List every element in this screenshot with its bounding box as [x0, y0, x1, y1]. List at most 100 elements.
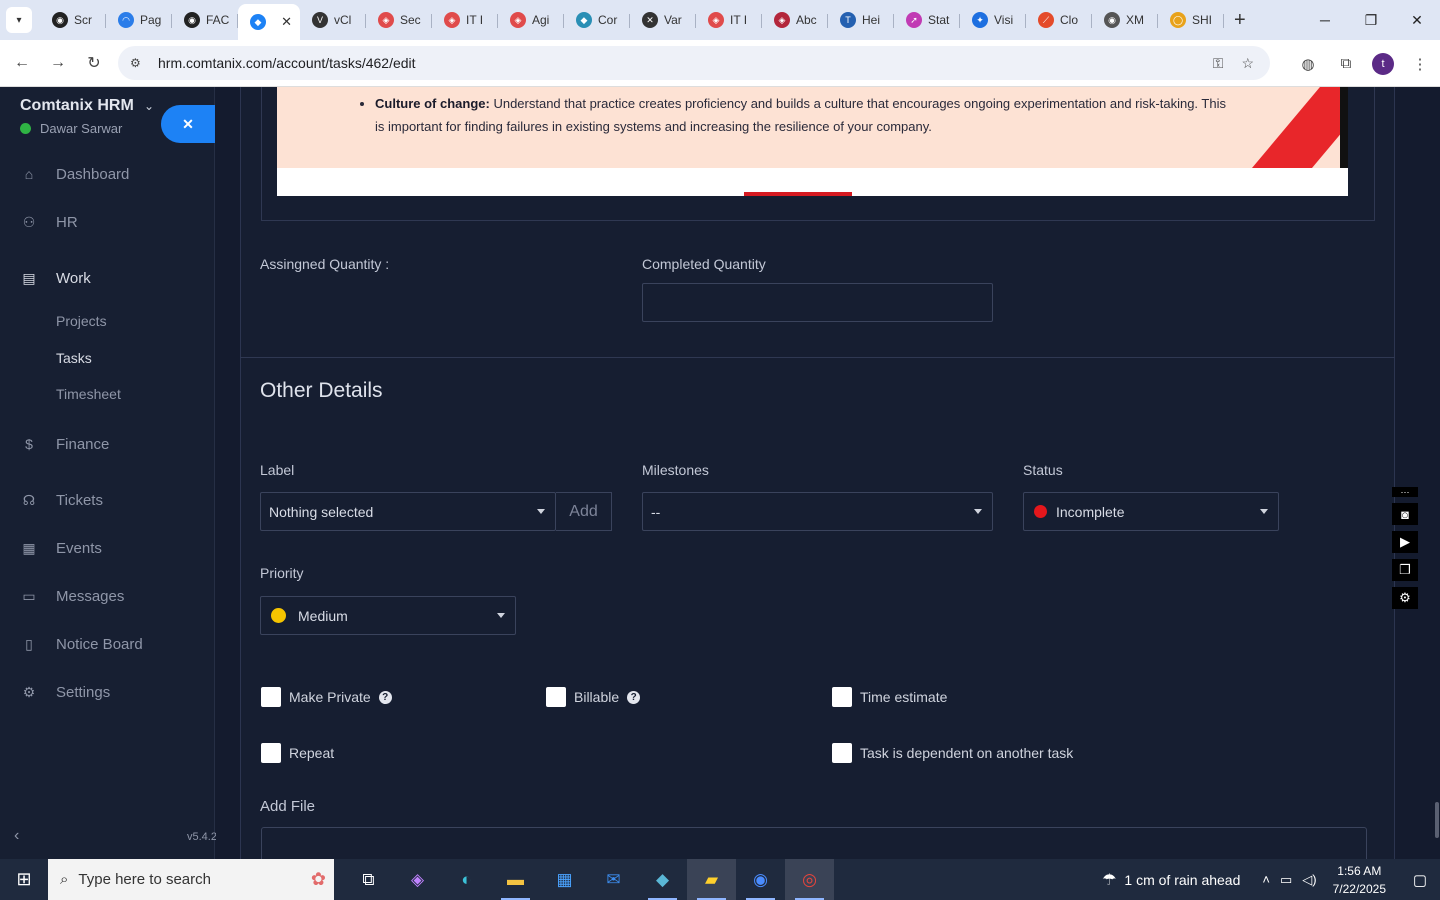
translate-icon[interactable]: ◍	[1296, 55, 1320, 73]
browser-tab[interactable]: ✕ Var	[630, 4, 696, 36]
edge-icon[interactable]: ◐	[442, 859, 491, 900]
brand-name[interactable]: Comtanix HRM	[20, 97, 134, 115]
extensions-icon[interactable]: ⧉	[1334, 55, 1358, 72]
sidebar-item-notice-board[interactable]: ▯ Notice Board	[0, 624, 215, 664]
volume-icon[interactable]: ◁)	[1302, 872, 1316, 888]
browser-tab[interactable]: ◠ Pag	[106, 4, 172, 36]
repeat-checkbox[interactable]: Repeat	[261, 743, 334, 763]
make-private-checkbox[interactable]: Make Private ?	[261, 687, 392, 707]
sidebar-item-messages[interactable]: ▭ Messages	[0, 576, 215, 616]
browser-tab[interactable]: ◉ FAC	[172, 4, 238, 36]
priority-select[interactable]: Medium	[260, 596, 516, 635]
network-icon[interactable]: ▭	[1280, 872, 1292, 888]
browser-tab[interactable]: ✦ Visi	[960, 4, 1026, 36]
time-estimate-checkbox[interactable]: Time estimate	[832, 687, 947, 707]
gear-icon[interactable]: ⚙	[1392, 587, 1418, 609]
label-select[interactable]: Nothing selected	[260, 492, 556, 531]
browser-tab[interactable]: ◆ ✕	[238, 4, 300, 40]
browser-tab[interactable]: ➚ Stat	[894, 4, 960, 36]
bookmark-star-icon[interactable]: ☆	[1241, 55, 1254, 72]
reload-icon[interactable]: ↻	[76, 45, 112, 81]
sidebar-item-events[interactable]: ▦ Events	[0, 528, 215, 568]
copilot-icon[interactable]: ◈	[393, 859, 442, 900]
maximize-icon[interactable]: ❐	[1348, 0, 1394, 40]
page-scrollbar[interactable]	[1432, 87, 1440, 859]
tab-favicon-icon: ◯	[1170, 12, 1186, 28]
taskbar-search[interactable]: ⌕ Type here to search ✿	[48, 859, 334, 900]
browser-tab[interactable]: ◈ Agi	[498, 4, 564, 36]
more-icon[interactable]: ⋯	[1392, 487, 1418, 497]
close-sidebar-button[interactable]: ✕	[161, 105, 215, 143]
dependent-task-checkbox[interactable]: Task is dependent on another task	[832, 743, 1073, 763]
sidebar-item-projects[interactable]: Projects	[56, 313, 107, 329]
browser-tab[interactable]: ◈ IT I	[432, 4, 498, 36]
checkbox-box[interactable]	[546, 687, 566, 707]
scrollbar-thumb[interactable]	[1435, 802, 1439, 838]
checkbox-box[interactable]	[261, 743, 281, 763]
sidebar-item-hr[interactable]: ⚇ HR	[0, 202, 215, 242]
sidebar-item-tickets[interactable]: ☊ Tickets	[0, 480, 215, 520]
status-select[interactable]: Incomplete	[1023, 492, 1279, 531]
sidebar-item-finance[interactable]: $ Finance	[0, 424, 215, 464]
browser-tab[interactable]: T Hei	[828, 4, 894, 36]
question-icon[interactable]: ?	[378, 690, 392, 704]
zoom-icon[interactable]: ◉	[736, 859, 785, 900]
browser-tab[interactable]: ◯ SHI	[1158, 4, 1224, 36]
app-diamond-icon[interactable]: ◆	[638, 859, 687, 900]
billable-checkbox[interactable]: Billable ?	[546, 687, 641, 707]
password-key-icon[interactable]: ⚿	[1213, 55, 1224, 72]
close-tab-icon[interactable]: ✕	[281, 14, 292, 30]
checkbox-box[interactable]	[832, 743, 852, 763]
sidebar-item-label: Events	[56, 539, 102, 557]
add-label-button[interactable]: Add	[556, 492, 612, 531]
back-icon[interactable]: ←	[4, 45, 40, 81]
browser-tab[interactable]: ◆ Cor	[564, 4, 630, 36]
milestones-select[interactable]: --	[642, 492, 993, 531]
taskbar-search-placeholder: Type here to search	[78, 871, 211, 888]
sticky-notes-icon[interactable]: ▰	[687, 859, 736, 900]
browser-tab[interactable]: ◉ Scr	[40, 4, 106, 36]
task-view-icon[interactable]: ⧉	[344, 859, 393, 900]
weather-widget[interactable]: ☂ 1 cm of rain ahead	[1102, 870, 1240, 890]
taskbar-clock[interactable]: 1:56 AM 7/22/2025	[1333, 862, 1386, 898]
new-tab-button[interactable]: +	[1234, 9, 1246, 32]
question-icon[interactable]: ?	[627, 690, 641, 704]
close-window-icon[interactable]: ✕	[1394, 0, 1440, 40]
notification-icon[interactable]: ▢	[1400, 871, 1440, 889]
minimize-icon[interactable]: ─	[1302, 0, 1348, 40]
file-dropzone[interactable]	[261, 827, 1367, 859]
chrome-menu-icon[interactable]: ⋮	[1408, 55, 1432, 73]
windows-start-icon[interactable]: ⊞	[0, 859, 48, 900]
checkbox-box[interactable]	[832, 687, 852, 707]
sidebar-item-settings[interactable]: ⚙ Settings	[0, 672, 215, 712]
sidebar-item-work[interactable]: ▤ Work	[0, 258, 215, 298]
browser-tab[interactable]: ◉ XM	[1092, 4, 1158, 36]
completed-quantity-input[interactable]	[642, 283, 993, 322]
forward-icon[interactable]: →	[40, 45, 76, 81]
store-icon[interactable]: ▦	[540, 859, 589, 900]
profile-avatar[interactable]: t	[1372, 52, 1394, 75]
address-bar[interactable]: ⚙ hrm.comtanix.com/account/tasks/462/edi…	[118, 46, 1270, 80]
browser-tab[interactable]: VvCl	[300, 4, 366, 36]
sidebar-item-label: Finance	[56, 435, 110, 453]
chrome-icon[interactable]: ◎	[785, 859, 834, 900]
checkbox-box[interactable]	[261, 687, 281, 707]
camera-icon[interactable]: ◙	[1392, 503, 1418, 525]
mail-icon[interactable]: ✉	[589, 859, 638, 900]
chevron-down-icon[interactable]: ⌄	[144, 99, 154, 113]
browser-tab[interactable]: ◈ IT I	[696, 4, 762, 36]
file-explorer-icon[interactable]: ▬	[491, 859, 540, 900]
site-info-icon[interactable]: ⚙	[130, 56, 154, 70]
video-icon[interactable]: ▶	[1392, 531, 1418, 553]
sidebar-item-dashboard[interactable]: ⌂ Dashboard	[0, 154, 215, 194]
chevron-up-icon[interactable]: ˄	[1262, 872, 1270, 887]
browser-tab[interactable]: ⟋ Clo	[1026, 4, 1092, 36]
sidebar-item-tasks[interactable]: Tasks	[56, 350, 92, 366]
sidebar-item-timesheet[interactable]: Timesheet	[56, 386, 121, 402]
url-text[interactable]: hrm.comtanix.com/account/tasks/462/edit	[158, 55, 416, 71]
browser-tab[interactable]: ◈ Sec	[366, 4, 432, 36]
collapse-sidebar-icon[interactable]: ‹	[14, 827, 19, 845]
browser-tab[interactable]: ◈ Abc	[762, 4, 828, 36]
tab-search-button[interactable]: ▾	[6, 7, 32, 33]
window-icon[interactable]: ❐	[1392, 559, 1418, 581]
